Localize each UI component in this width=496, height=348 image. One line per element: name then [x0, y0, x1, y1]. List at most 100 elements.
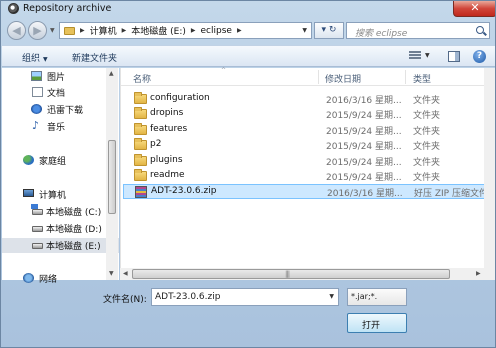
sidebar-item-homegroup[interactable]: 家庭组: [2, 153, 119, 168]
file-list-vertical-scrollbar[interactable]: [484, 68, 495, 268]
folder-icon: [134, 138, 147, 150]
chevron-down-icon[interactable]: ▼: [425, 52, 430, 59]
table-row[interactable]: configuration 2016/3/16 星期... 文件夹: [123, 92, 491, 107]
organize-menu[interactable]: 组织 ▼: [22, 51, 48, 64]
chevron-right-icon[interactable]: ▶: [80, 27, 85, 34]
filename-input[interactable]: ADT-23.0.6.zip ▼: [151, 288, 339, 306]
search-input[interactable]: 搜索 eclipse: [346, 22, 490, 39]
table-row[interactable]: p2 2015/9/24 星期... 文件夹: [123, 138, 491, 153]
file-type: 文件夹: [413, 158, 441, 168]
sidebar-item-drive-c[interactable]: 本地磁盘 (C:): [2, 204, 119, 219]
refresh-button[interactable]: ▾ ↻: [314, 22, 344, 39]
column-divider[interactable]: [405, 70, 406, 84]
file-list: ^ 名称 修改日期 类型 configuration 2016/3/16 星期.…: [120, 67, 495, 280]
help-icon[interactable]: ?: [473, 50, 486, 63]
filename-label: 文件名(N):: [103, 295, 147, 305]
table-row[interactable]: features 2015/9/24 星期... 文件夹: [123, 123, 491, 138]
open-button[interactable]: 打开: [347, 313, 407, 333]
address-bar[interactable]: ▶ 计算机 ▶ 本地磁盘 (E:) ▶ eclipse ▶ ▼: [59, 22, 312, 39]
filename-value: ADT-23.0.6.zip: [155, 292, 221, 302]
view-options-icon[interactable]: [409, 51, 421, 61]
file-date: 2015/9/24 星期...: [326, 111, 402, 121]
scroll-left-icon[interactable]: ◀: [123, 270, 128, 277]
breadcrumb-eclipse[interactable]: eclipse: [201, 26, 232, 36]
table-row[interactable]: plugins 2015/9/24 星期... 文件夹: [123, 154, 491, 169]
computer-icon: [23, 189, 34, 197]
scrollbar-thumb[interactable]: |||: [132, 269, 450, 279]
sidebar-item-documents[interactable]: 文档: [2, 85, 119, 100]
file-type: 文件夹: [413, 96, 441, 106]
sidebar-item-label: 本地磁盘 (D:): [46, 225, 102, 235]
drive-icon: [31, 204, 43, 215]
sidebar-item-label: 网络: [39, 275, 58, 285]
sidebar-item-thunder-downloads[interactable]: 迅雷下载: [2, 102, 119, 117]
command-toolbar: 组织 ▼ 新建文件夹 ▼ ?: [2, 45, 495, 67]
title-bar: Repository archive ✕: [1, 1, 495, 17]
sidebar-item-label: 家庭组: [39, 157, 67, 167]
sidebar-item-label: 本地磁盘 (C:): [46, 208, 102, 218]
sidebar-item-label: 本地磁盘 (E:): [46, 242, 101, 252]
homegroup-icon: [23, 155, 34, 165]
navigation-pane: 图片 文档 迅雷下载 ♪ 音乐 家庭组 计算机 本地磁盘 (C:) 本地磁盘 (: [2, 68, 119, 285]
scroll-right-icon[interactable]: ▶: [476, 270, 481, 277]
chevron-right-icon[interactable]: ▶: [122, 27, 127, 34]
thunder-download-icon: [31, 104, 42, 114]
file-name: readme: [150, 170, 185, 180]
file-date: 2015/9/24 星期...: [326, 173, 402, 183]
file-type: 文件夹: [413, 142, 441, 152]
column-header-type[interactable]: 类型: [413, 72, 431, 85]
file-name: ADT-23.0.6.zip: [151, 186, 217, 196]
chevron-down-icon[interactable]: ▼: [302, 27, 307, 34]
file-name: dropins: [150, 108, 184, 118]
window-title: Repository archive: [23, 3, 112, 14]
search-icon[interactable]: [476, 26, 484, 34]
folder-icon: [134, 92, 147, 104]
breadcrumb-computer[interactable]: 计算机: [90, 24, 117, 37]
preview-pane-icon[interactable]: [448, 51, 460, 62]
file-date: 2015/9/24 星期...: [326, 142, 402, 152]
sidebar-item-label: 文档: [47, 89, 66, 99]
column-header-name[interactable]: 名称: [133, 72, 151, 85]
sort-ascending-icon: ^: [221, 67, 227, 74]
file-type: 文件夹: [413, 173, 441, 183]
breadcrumb-drive-e[interactable]: 本地磁盘 (E:): [131, 24, 186, 37]
file-name: configuration: [150, 93, 210, 103]
recent-pages-dropdown-icon[interactable]: ▼: [50, 27, 55, 34]
zip-archive-icon: [135, 186, 147, 198]
file-date: 2015/9/24 星期...: [326, 127, 402, 137]
column-header-date[interactable]: 修改日期: [325, 72, 361, 85]
new-folder-button[interactable]: 新建文件夹: [72, 51, 117, 64]
chevron-right-icon[interactable]: ▶: [237, 27, 242, 34]
horizontal-scrollbar[interactable]: ◀ ||| ▶: [120, 268, 495, 280]
sidebar-item-network[interactable]: 网络: [2, 271, 119, 286]
documents-icon: [32, 87, 43, 97]
table-row-selected[interactable]: ADT-23.0.6.zip 2016/3/16 星期... 好压 ZIP 压缩…: [123, 184, 491, 199]
pictures-icon: [31, 71, 42, 81]
sidebar-item-drive-d[interactable]: 本地磁盘 (D:): [2, 221, 119, 236]
back-arrow-icon[interactable]: ◀: [7, 21, 26, 40]
folder-icon: [64, 26, 75, 35]
sidebar-item-drive-e[interactable]: 本地磁盘 (E:): [2, 238, 119, 253]
sidebar-item-music[interactable]: ♪ 音乐: [2, 119, 119, 134]
drive-icon: [32, 243, 43, 249]
organize-label: 组织: [22, 54, 41, 64]
file-type: 文件夹: [413, 127, 441, 137]
navigation-pane-scrollbar[interactable]: ▲ ▼: [106, 68, 118, 280]
file-type-filter[interactable]: *.jar;*.: [347, 288, 407, 306]
file-type: 文件夹: [413, 111, 441, 121]
chevron-right-icon[interactable]: ▶: [191, 27, 196, 34]
scroll-down-icon[interactable]: ▼: [109, 270, 114, 277]
column-header-row: ^ 名称 修改日期 类型: [121, 67, 495, 86]
scrollbar-thumb[interactable]: [108, 140, 116, 214]
chevron-down-icon[interactable]: ▼: [329, 293, 334, 300]
file-date: 2016/3/16 星期...: [326, 96, 402, 106]
sidebar-item-computer[interactable]: 计算机: [2, 187, 119, 202]
table-row[interactable]: dropins 2015/9/24 星期... 文件夹: [123, 107, 491, 122]
file-name: p2: [150, 139, 162, 149]
close-button[interactable]: ✕: [453, 1, 495, 17]
scroll-up-icon[interactable]: ▲: [109, 70, 114, 77]
forward-arrow-icon[interactable]: ▶: [28, 21, 47, 40]
column-divider[interactable]: [318, 70, 319, 84]
sidebar-item-pictures[interactable]: 图片: [2, 69, 119, 84]
table-row[interactable]: readme 2015/9/24 星期... 文件夹: [123, 169, 491, 184]
